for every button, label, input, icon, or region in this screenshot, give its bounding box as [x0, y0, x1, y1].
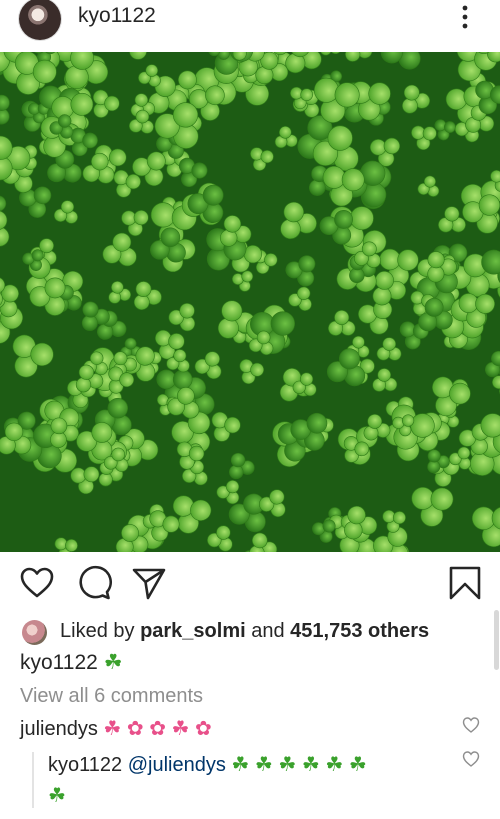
- caption-text: ☘: [103, 651, 123, 674]
- view-all-comments-link[interactable]: View all 6 comments: [20, 685, 203, 708]
- small-heart-icon[interactable]: [462, 750, 480, 768]
- more-vertical-icon[interactable]: [460, 4, 470, 32]
- reply-thread-line: [32, 752, 34, 808]
- author-username[interactable]: kyo1122: [78, 4, 156, 28]
- likes-row: Liked by park_solmi and 451,753 others: [0, 618, 500, 648]
- comment-username[interactable]: juliendys: [20, 718, 98, 740]
- likes-summary[interactable]: Liked by park_solmi and 451,753 others: [60, 620, 429, 643]
- action-bar: [0, 565, 500, 605]
- small-heart-icon[interactable]: [462, 716, 480, 734]
- likes-middle: and: [245, 620, 291, 642]
- caption-username[interactable]: kyo1122: [20, 651, 98, 674]
- comment-text: ☘ ✿ ✿ ☘ ✿: [103, 718, 212, 740]
- liker-avatar[interactable]: [22, 620, 47, 645]
- likes-count[interactable]: 451,753 others: [290, 620, 429, 642]
- comment: juliendys ☘ ✿ ✿ ☘ ✿: [20, 716, 480, 741]
- post-header: kyo1122: [0, 0, 500, 52]
- share-icon[interactable]: [131, 565, 167, 601]
- reply-text: ☘ ☘ ☘ ☘ ☘ ☘: [231, 754, 367, 776]
- liker-username[interactable]: park_solmi: [140, 620, 246, 642]
- reply-text-overflow: ☘: [48, 785, 66, 807]
- post-photo[interactable]: [0, 52, 500, 552]
- likes-prefix: Liked by: [60, 620, 141, 642]
- caption: kyo1122 ☘: [20, 650, 123, 675]
- reply-comment: kyo1122 @juliendys ☘ ☘ ☘ ☘ ☘ ☘: [48, 752, 367, 777]
- heart-icon[interactable]: [19, 565, 55, 601]
- author-avatar[interactable]: [19, 0, 61, 40]
- comment-icon[interactable]: [76, 565, 112, 601]
- reply-username[interactable]: kyo1122: [48, 754, 122, 776]
- bookmark-icon[interactable]: [447, 565, 483, 601]
- reply-mention[interactable]: @juliendys: [128, 754, 226, 776]
